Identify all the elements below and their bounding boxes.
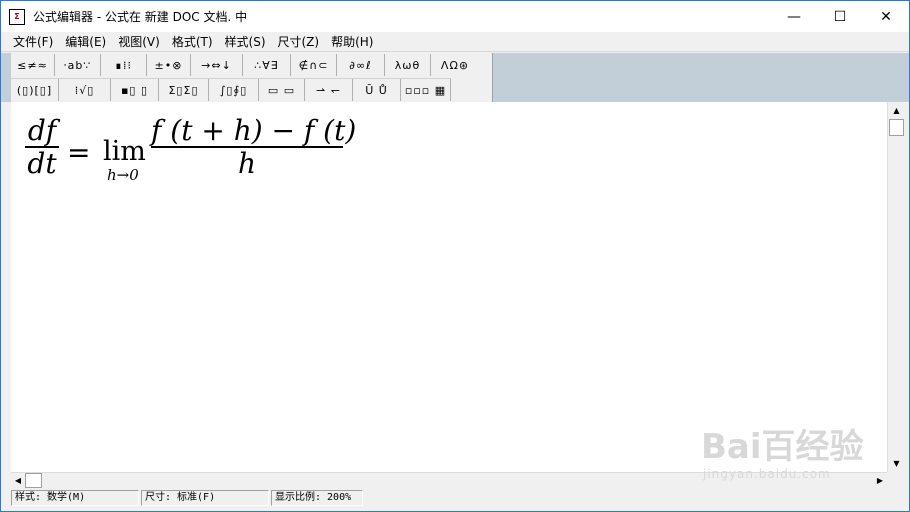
lhs-numerator: df <box>27 114 57 147</box>
spaces-palette-button[interactable]: ⸱ab∵ <box>55 54 101 76</box>
greek-lower-palette-button[interactable]: λωθ <box>385 54 431 76</box>
baidu-watermark: Bai百经验 jingyan.baidu.com <box>701 413 864 489</box>
status-bar: 样式: 数学(M) 尺寸: 标准(F) 显示比例: 200% <box>11 489 905 507</box>
bars-palette-button[interactable]: ▭ ▭ <box>259 79 305 101</box>
scroll-left-arrow-icon[interactable]: ◀ <box>11 473 25 488</box>
equals-sign: = <box>67 136 91 169</box>
misc-symbols-palette-button[interactable]: ∂∞ℓ <box>337 54 385 76</box>
rhs-numerator: f (t + h) − f (t) <box>151 114 357 147</box>
title-bar[interactable]: Σ 公式编辑器 - 公式在 新建 DOC 文档. 中 — ☐ ✕ <box>1 1 909 32</box>
status-size: 尺寸: 标准(F) <box>141 490 269 506</box>
equation-editor-window: Σ 公式编辑器 - 公式在 新建 DOC 文档. 中 — ☐ ✕ 文件(F) 编… <box>0 0 910 512</box>
logic-palette-button[interactable]: ∴∀∃ <box>243 54 291 76</box>
scroll-down-arrow-icon[interactable]: ▼ <box>888 455 905 472</box>
minimize-button[interactable]: — <box>771 1 817 32</box>
menu-file[interactable]: 文件(F) <box>7 33 59 50</box>
menu-format[interactable]: 格式(T) <box>166 33 219 50</box>
menu-size[interactable]: 尺寸(Z) <box>272 33 326 50</box>
vertical-scrollbar[interactable]: ▲ ▼ <box>887 102 905 472</box>
maximize-button[interactable]: ☐ <box>817 1 863 32</box>
scroll-up-arrow-icon[interactable]: ▲ <box>888 102 905 119</box>
integrals-palette-button[interactable]: ∫▯∮▯ <box>209 79 259 101</box>
template-palettes-row: (▯)[▯] ⁞√▯ ▪▯ ▯ Σ▯Σ▯ ∫▯∮▯ ▭ ▭ ⇀ ↽ Ū Ů ▫▫… <box>11 78 451 102</box>
menu-bar: 文件(F) 编辑(E) 视图(V) 格式(T) 样式(S) 尺寸(Z) 帮助(H… <box>1 32 909 52</box>
watermark-url: jingyan.baidu.com <box>703 467 831 481</box>
menu-edit[interactable]: 编辑(E) <box>59 33 112 50</box>
toolbar-area: ≤≠≈ ⸱ab∵ ∎⁞⁝ ±•⊗ →⇔↓ ∴∀∃ ∉∩⊂ ∂∞ℓ λωθ ΛΩ⊛… <box>1 53 909 102</box>
horizontal-scroll-thumb[interactable] <box>25 473 42 488</box>
window-controls: — ☐ ✕ <box>771 1 909 32</box>
lhs-denominator: dt <box>27 147 57 180</box>
status-zoom: 显示比例: 200% <box>271 490 363 506</box>
summation-palette-button[interactable]: Σ▯Σ▯ <box>159 79 209 101</box>
symbol-palettes-row: ≤≠≈ ⸱ab∵ ∎⁞⁝ ±•⊗ →⇔↓ ∴∀∃ ∉∩⊂ ∂∞ℓ λωθ ΛΩ⊛ <box>11 54 479 78</box>
fences-palette-button[interactable]: (▯)[▯] <box>11 79 59 101</box>
labeled-arrows-palette-button[interactable]: ⇀ ↽ <box>305 79 353 101</box>
greek-upper-palette-button[interactable]: ΛΩ⊛ <box>431 54 479 76</box>
operators-palette-button[interactable]: ±•⊗ <box>147 54 191 76</box>
close-button[interactable]: ✕ <box>863 1 909 32</box>
subscripts-palette-button[interactable]: ▪▯ ▯ <box>111 79 159 101</box>
embellishments-palette-button[interactable]: ∎⁞⁝ <box>101 54 147 76</box>
window-title: 公式编辑器 - 公式在 新建 DOC 文档. 中 <box>33 10 248 24</box>
equation-toolbar: ≤≠≈ ⸱ab∵ ∎⁞⁝ ±•⊗ →⇔↓ ∴∀∃ ∉∩⊂ ∂∞ℓ λωθ ΛΩ⊛… <box>11 53 493 102</box>
status-style: 样式: 数学(M) <box>11 490 139 506</box>
scroll-right-arrow-icon[interactable]: ▶ <box>873 473 887 488</box>
rhs-denominator: h <box>237 147 257 180</box>
menu-help[interactable]: 帮助(H) <box>325 33 379 50</box>
vertical-scroll-thumb[interactable] <box>889 119 904 136</box>
rhs-fraction[interactable]: f (t + h) − f (t) h <box>151 114 357 180</box>
scrollbar-corner <box>887 472 905 488</box>
lim-operator: lim <box>103 136 146 167</box>
fractions-radicals-palette-button[interactable]: ⁞√▯ <box>59 79 111 101</box>
lim-subscript: h→0 <box>107 166 139 184</box>
arrows-palette-button[interactable]: →⇔↓ <box>191 54 243 76</box>
lhs-fraction[interactable]: df dt <box>25 116 59 180</box>
app-icon[interactable]: Σ <box>9 8 25 25</box>
watermark-logo: Bai百经验 <box>701 427 864 467</box>
set-theory-palette-button[interactable]: ∉∩⊂ <box>291 54 337 76</box>
menu-style[interactable]: 样式(S) <box>219 33 272 50</box>
relations-palette-button[interactable]: ≤≠≈ <box>11 54 55 76</box>
matrices-palette-button[interactable]: ▫▫▫ ▦ <box>401 79 451 101</box>
menu-view[interactable]: 视图(V) <box>112 33 166 50</box>
products-palette-button[interactable]: Ū Ů <box>353 79 401 101</box>
